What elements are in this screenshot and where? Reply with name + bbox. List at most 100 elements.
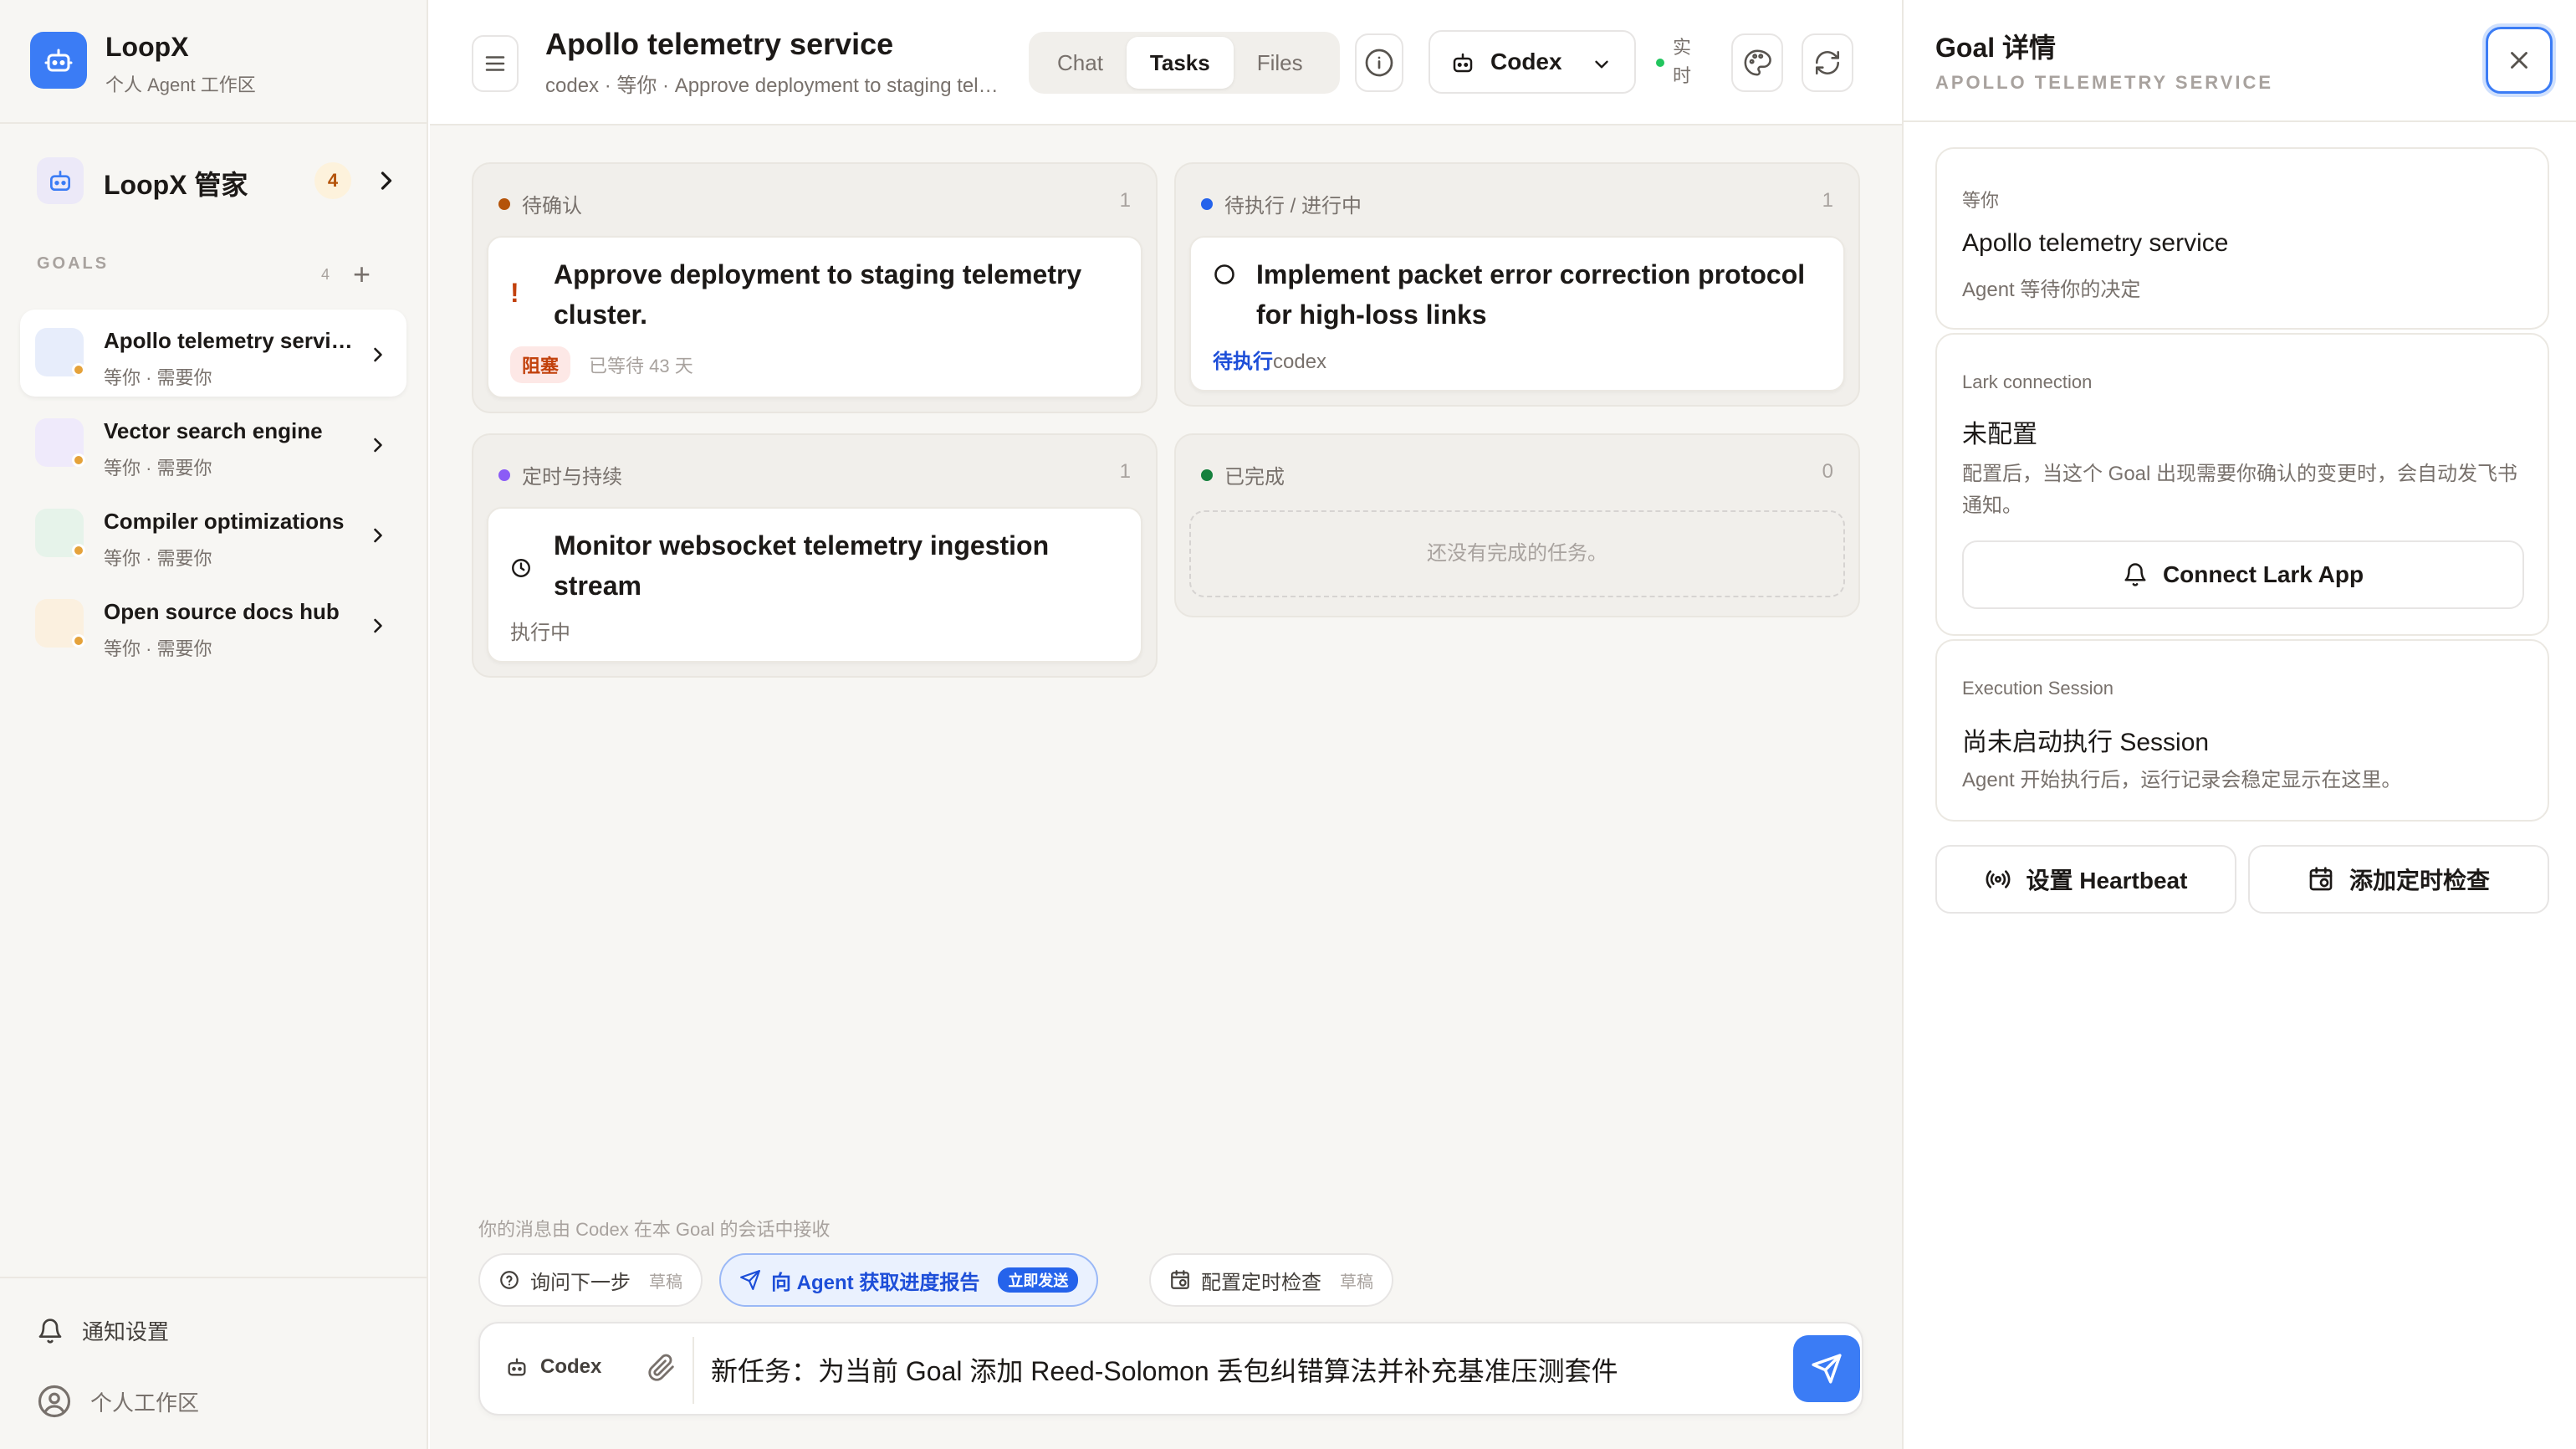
task-title-line: Implement packet error correction protoc… [1256,259,1806,289]
composer-hint: 你的消息由 Codex 在本 Goal 的会话中接收 [478,1219,831,1240]
calendar-clock-icon [2309,867,2333,891]
bell-icon [2124,563,2146,586]
column-title: 待确认 [522,195,582,218]
task-card[interactable]: Implement packet error correction protoc… [1189,236,1845,392]
lark-connection-card: Lark connection 未配置 配置后，当这个 Goal 出现需要你确认… [1935,333,2549,636]
chip-schedule-check[interactable]: 配置定时检查 草稿 [1149,1253,1393,1307]
menu-icon [485,56,505,71]
task-title-line: Approve deployment to staging telemetry [554,259,1082,289]
task-card[interactable]: Monitor websocket telemetry ingestion st… [487,507,1142,663]
tab-chat[interactable]: Chat [1034,37,1127,89]
send-icon [740,1270,760,1290]
radio-waves-icon [1986,870,2010,888]
tab-tasks[interactable]: Tasks [1126,37,1234,89]
close-icon [2511,52,2527,69]
brand-header: LoopX 个人 Agent 工作区 [0,0,428,124]
task-meta: 待执行codex [1213,345,1326,374]
chip-tag: 立即发送 [998,1267,1079,1293]
card-main: Apollo telemetry service [1962,229,2229,257]
circle-icon[interactable] [1213,263,1236,290]
chevron-right-icon [366,612,390,643]
panel-header: Goal 详情 APOLLO TELEMETRY SERVICE [1904,0,2576,122]
execution-session-card: Execution Session 尚未启动执行 Session Agent 开… [1935,639,2549,822]
goal-item[interactable]: Apollo telemetry service 等你 · 需要你 [20,310,406,397]
agent-select-value: Codex [1490,49,1562,74]
close-panel-button[interactable] [2486,27,2553,94]
goal-avatar [35,599,85,648]
attach-button[interactable] [647,1354,676,1386]
card-eyebrow: Execution Session [1962,678,2113,699]
theme-button[interactable] [1731,33,1783,92]
workspace-label: 个人工作区 [90,1390,200,1416]
connect-lark-label: Connect Lark App [2162,561,2364,587]
heartbeat-button[interactable]: 设置 Heartbeat [1935,845,2236,914]
alert-icon: ! [510,278,519,308]
menu-button[interactable] [472,35,519,92]
column-header: 待执行 / 进行中 [1201,189,1362,218]
butler-item[interactable]: LoopX 管家 4 [20,144,408,218]
column-count: 0 [1822,460,1833,483]
chevron-down-icon [1595,60,1608,69]
add-goal-button[interactable]: + [353,259,371,289]
task-meta: 阻塞 已等待 43 天 [510,346,693,383]
task-title-line: for high-loss links [1256,300,1487,330]
brand-title: LoopX [105,32,189,62]
column-dot [1201,197,1213,210]
task-title-line: stream [554,571,641,601]
info-button[interactable] [1355,33,1403,92]
goal-avatar [35,509,85,557]
tab-files[interactable]: Files [1234,37,1326,89]
task-status: 待执行 [1213,351,1273,373]
goal-status-card: 等你 Apollo telemetry service Agent 等待你的决定 [1935,147,2549,330]
goals-count: 4 [321,266,330,283]
column-count: 1 [1822,189,1833,212]
status-dot [72,634,85,648]
main-header: Apollo telemetry service codex · 等你 · Ap… [430,0,1902,125]
main-area: Apollo telemetry service codex · 等你 · Ap… [430,0,1902,1449]
chip-progress-report[interactable]: 向 Agent 获取进度报告 立即发送 [719,1253,1099,1307]
task-card[interactable]: ! Approve deployment to staging telemetr… [487,236,1142,398]
column-header: 待确认 [498,189,582,218]
agent-select[interactable]: Codex [1429,30,1636,94]
message-input[interactable]: 新任务：为当前 Goal 添加 Reed-Solomon 丢包纠错算法并补充基准… [711,1350,1618,1389]
goal-item[interactable]: Compiler optimizations 等你 · 需要你 [20,490,406,577]
goal-avatar [35,418,85,467]
card-main: 尚未启动执行 Session [1962,729,2210,756]
robot-icon[interactable] [30,32,87,89]
add-schedule-check-button[interactable]: 添加定时检查 [2248,845,2549,914]
refresh-button[interactable] [1802,33,1853,92]
composer-agent-select[interactable]: Codex [505,1355,601,1379]
paperclip-icon [648,1354,674,1381]
goal-item[interactable]: Vector search engine 等你 · 需要你 [20,400,406,487]
live-label: 实时 [1673,37,1692,86]
heartbeat-label: 设置 Heartbeat [2026,868,2188,893]
chevron-right-icon [366,522,390,553]
sidebar-footer: 通知设置 个人工作区 [0,1277,428,1449]
status-dot [72,544,85,557]
chip-label: 向 Agent 获取进度报告 [771,1271,980,1294]
column-title: 定时与持续 [522,466,622,489]
card-eyebrow: Lark connection [1962,371,2093,392]
butler-badge: 4 [314,162,351,199]
chip-ask-next-step[interactable]: 询问下一步 草稿 [478,1253,703,1307]
column-title: 已完成 [1224,466,1285,489]
connect-lark-button[interactable]: Connect Lark App [1962,540,2524,609]
send-icon [1812,1354,1842,1384]
goal-avatar [35,328,85,376]
goal-item[interactable]: Open source docs hub 等你 · 需要你 [20,581,406,668]
chip-label: 询问下一步 [530,1271,631,1294]
chevron-right-icon [371,164,401,202]
notification-settings-link[interactable]: 通知设置 [37,1315,169,1346]
column-title: 待执行 / 进行中 [1224,195,1362,218]
send-button[interactable] [1793,1335,1860,1402]
column-scheduled: 定时与持续 1 Monitor websocket telemetry inge… [472,433,1158,678]
brand-subtitle: 个人 Agent 工作区 [105,74,256,95]
task-title: Implement packet error correction protoc… [1256,254,1805,335]
user-circle-icon [38,1385,71,1418]
robot-icon [508,1358,526,1376]
workspace-link[interactable]: 个人工作区 [37,1384,199,1419]
live-dot [1656,59,1664,67]
info-icon [1365,49,1393,77]
chevron-right-icon [366,341,390,372]
message-composer: Codex 新任务：为当前 Goal 添加 Reed-Solomon 丢包纠错算… [478,1322,1863,1416]
